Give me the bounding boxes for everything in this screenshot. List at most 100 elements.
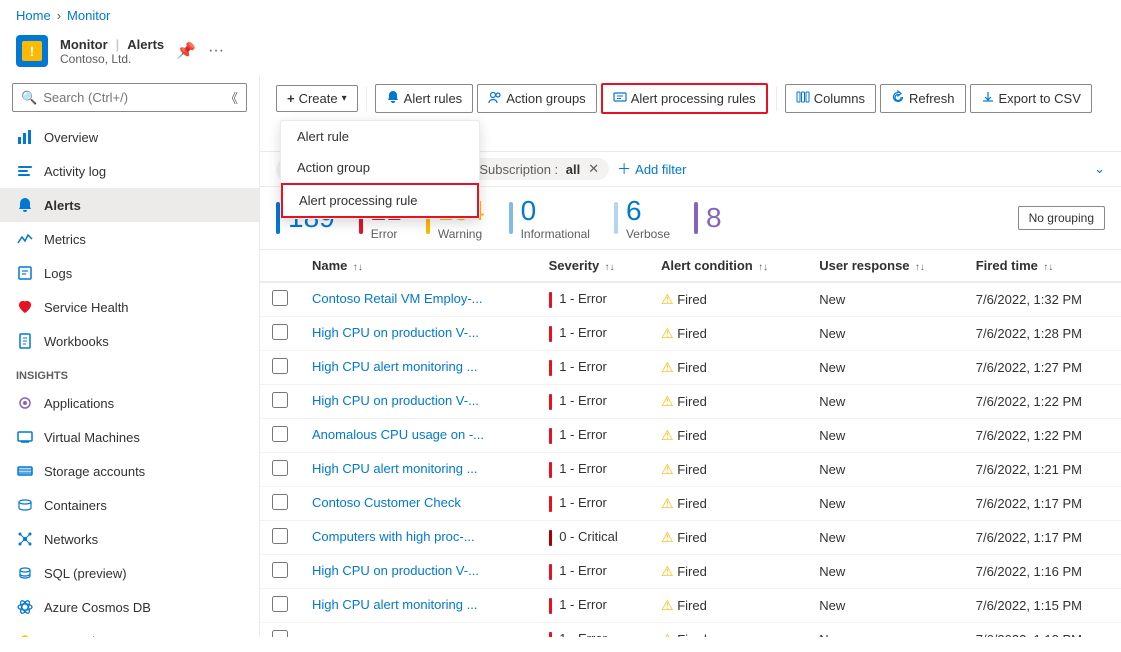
alert-name-link[interactable]: High CPU alert monitoring ... xyxy=(312,461,477,476)
pin-icon[interactable]: 📌 xyxy=(176,41,196,61)
sidebar-item-key-vaults[interactable]: Key Vaults xyxy=(0,624,259,637)
sort-user-response-icon[interactable]: ↑↓ xyxy=(915,262,925,273)
row-fired-time-cell: 7/6/2022, 1:13 PM xyxy=(964,623,1121,638)
row-severity-cell: 1 - Error xyxy=(537,453,649,487)
severity-text: 1 - Error xyxy=(559,495,607,510)
dropdown-item-alert-processing-rule[interactable]: Alert processing rule xyxy=(281,183,479,218)
search-input[interactable] xyxy=(43,90,215,105)
row-checkbox-cell[interactable] xyxy=(260,623,300,638)
sidebar-item-cosmos-db[interactable]: Azure Cosmos DB xyxy=(0,590,259,624)
row-checkbox[interactable] xyxy=(272,426,288,442)
sidebar-item-networks[interactable]: Networks xyxy=(0,522,259,556)
user-response-text: New xyxy=(819,360,845,375)
severity-unknown[interactable]: 8 xyxy=(694,202,722,234)
sidebar-item-containers[interactable]: Containers xyxy=(0,488,259,522)
row-checkbox[interactable] xyxy=(272,324,288,340)
row-checkbox[interactable] xyxy=(272,392,288,408)
sidebar-item-alerts[interactable]: Alerts xyxy=(0,188,259,222)
row-checkbox-cell[interactable] xyxy=(260,555,300,589)
header-title: Monitor | Alerts Contoso, Ltd. xyxy=(60,37,164,66)
row-checkbox-cell[interactable] xyxy=(260,317,300,351)
row-checkbox[interactable] xyxy=(272,596,288,612)
sidebar-item-workbooks[interactable]: Workbooks xyxy=(0,324,259,358)
sidebar-item-virtual-machines[interactable]: Virtual Machines xyxy=(0,420,259,454)
alert-name-link[interactable]: Contoso Customer Check xyxy=(312,495,461,510)
sidebar-item-activity-log[interactable]: Activity log xyxy=(0,154,259,188)
alert-name-link[interactable]: High CPU alert monitoring ... xyxy=(312,359,477,374)
severity-indicator xyxy=(549,292,552,308)
row-checkbox-cell[interactable] xyxy=(260,453,300,487)
alert-rules-button[interactable]: Alert rules xyxy=(375,84,474,113)
sidebar-item-applications[interactable]: Applications xyxy=(0,386,259,420)
condition-icon: ⚠ xyxy=(661,631,674,637)
col-severity[interactable]: Severity ↑↓ xyxy=(537,250,649,282)
dropdown-item-action-group[interactable]: Action group xyxy=(281,152,479,183)
fired-time-text: 7/6/2022, 1:15 PM xyxy=(976,598,1082,613)
sort-name-icon[interactable]: ↑↓ xyxy=(353,262,363,273)
breadcrumb-monitor[interactable]: Monitor xyxy=(67,8,110,23)
sidebar-item-logs[interactable]: Logs xyxy=(0,256,259,290)
alert-name-link[interactable]: Computers with high proc-... xyxy=(312,529,475,544)
row-checkbox[interactable] xyxy=(272,358,288,374)
collapse-filter-button[interactable]: ⌄ xyxy=(1094,161,1105,177)
row-checkbox[interactable] xyxy=(272,460,288,476)
row-checkbox-cell[interactable] xyxy=(260,589,300,623)
row-checkbox[interactable] xyxy=(272,630,288,637)
row-checkbox[interactable] xyxy=(272,494,288,510)
sort-condition-icon[interactable]: ↑↓ xyxy=(758,262,768,273)
add-filter-button[interactable]: ＋ Add filter xyxy=(617,159,686,179)
row-checkbox-cell[interactable] xyxy=(260,385,300,419)
subscription-filter[interactable]: Subscription : all ✕ xyxy=(469,158,609,180)
sort-severity-icon[interactable]: ↑↓ xyxy=(605,262,615,273)
row-checkbox-cell[interactable] xyxy=(260,487,300,521)
severity-indicator xyxy=(549,462,552,478)
alert-processing-rules-button[interactable]: Alert processing rules xyxy=(601,83,768,114)
export-csv-button[interactable]: Export to CSV xyxy=(970,84,1092,113)
sort-fired-time-icon[interactable]: ↑↓ xyxy=(1043,262,1053,273)
refresh-button[interactable]: Refresh xyxy=(880,84,966,113)
more-options-icon[interactable]: ··· xyxy=(208,42,224,60)
sidebar-item-metrics[interactable]: Metrics xyxy=(0,222,259,256)
col-alert-condition[interactable]: Alert condition ↑↓ xyxy=(649,250,807,282)
sidebar-item-overview[interactable]: Overview xyxy=(0,120,259,154)
no-grouping-button[interactable]: No grouping xyxy=(1018,206,1105,230)
severity-informational[interactable]: 0 Informational xyxy=(509,195,590,241)
alert-name-link[interactable]: High CPU alert monitoring ... xyxy=(312,597,477,612)
row-checkbox[interactable] xyxy=(272,562,288,578)
alert-name-link[interactable]: High CPU on production V-... xyxy=(312,393,479,408)
fired-time-text: 7/6/2022, 1:32 PM xyxy=(976,292,1082,307)
row-severity-cell: 1 - Error xyxy=(537,487,649,521)
alert-name-link[interactable]: High CPU on production V-... xyxy=(312,325,479,340)
condition-icon: ⚠ xyxy=(661,461,674,477)
remove-subscription-filter-icon[interactable]: ✕ xyxy=(588,161,599,177)
sidebar-item-storage-accounts[interactable]: Storage accounts xyxy=(0,454,259,488)
columns-button[interactable]: Columns xyxy=(785,84,876,113)
alert-name-link[interactable]: High CPU on production V-... xyxy=(312,563,479,578)
dropdown-item-alert-rule[interactable]: Alert rule xyxy=(281,121,479,152)
collapse-sidebar-icon[interactable]: 《 xyxy=(225,88,238,107)
col-name[interactable]: Name ↑↓ xyxy=(300,250,537,282)
row-checkbox-cell[interactable] xyxy=(260,351,300,385)
row-checkbox-cell[interactable] xyxy=(260,419,300,453)
action-groups-button[interactable]: Action groups xyxy=(477,84,597,113)
row-checkbox-cell[interactable] xyxy=(260,282,300,317)
create-button[interactable]: + Create ▾ xyxy=(276,85,358,112)
search-box[interactable]: 🔍 《 xyxy=(12,83,247,112)
alert-name-link[interactable]: ... xyxy=(312,631,323,638)
insights-header: Insights xyxy=(0,358,259,386)
col-fired-time[interactable]: Fired time ↑↓ xyxy=(964,250,1121,282)
row-checkbox[interactable] xyxy=(272,528,288,544)
severity-verbose[interactable]: 6 Verbose xyxy=(614,195,670,241)
user-response-text: New xyxy=(819,598,845,613)
breadcrumb-home[interactable]: Home xyxy=(16,8,51,23)
col-user-response[interactable]: User response ↑↓ xyxy=(807,250,964,282)
fired-time-text: 7/6/2022, 1:22 PM xyxy=(976,428,1082,443)
sidebar-item-sql[interactable]: SQL (preview) xyxy=(0,556,259,590)
fired-time-text: 7/6/2022, 1:16 PM xyxy=(976,564,1082,579)
workbooks-icon xyxy=(16,332,34,350)
row-checkbox-cell[interactable] xyxy=(260,521,300,555)
sidebar-item-service-health[interactable]: Service Health xyxy=(0,290,259,324)
alert-name-link[interactable]: Anomalous CPU usage on -... xyxy=(312,427,484,442)
row-checkbox[interactable] xyxy=(272,290,288,306)
alert-name-link[interactable]: Contoso Retail VM Employ-... xyxy=(312,291,483,306)
